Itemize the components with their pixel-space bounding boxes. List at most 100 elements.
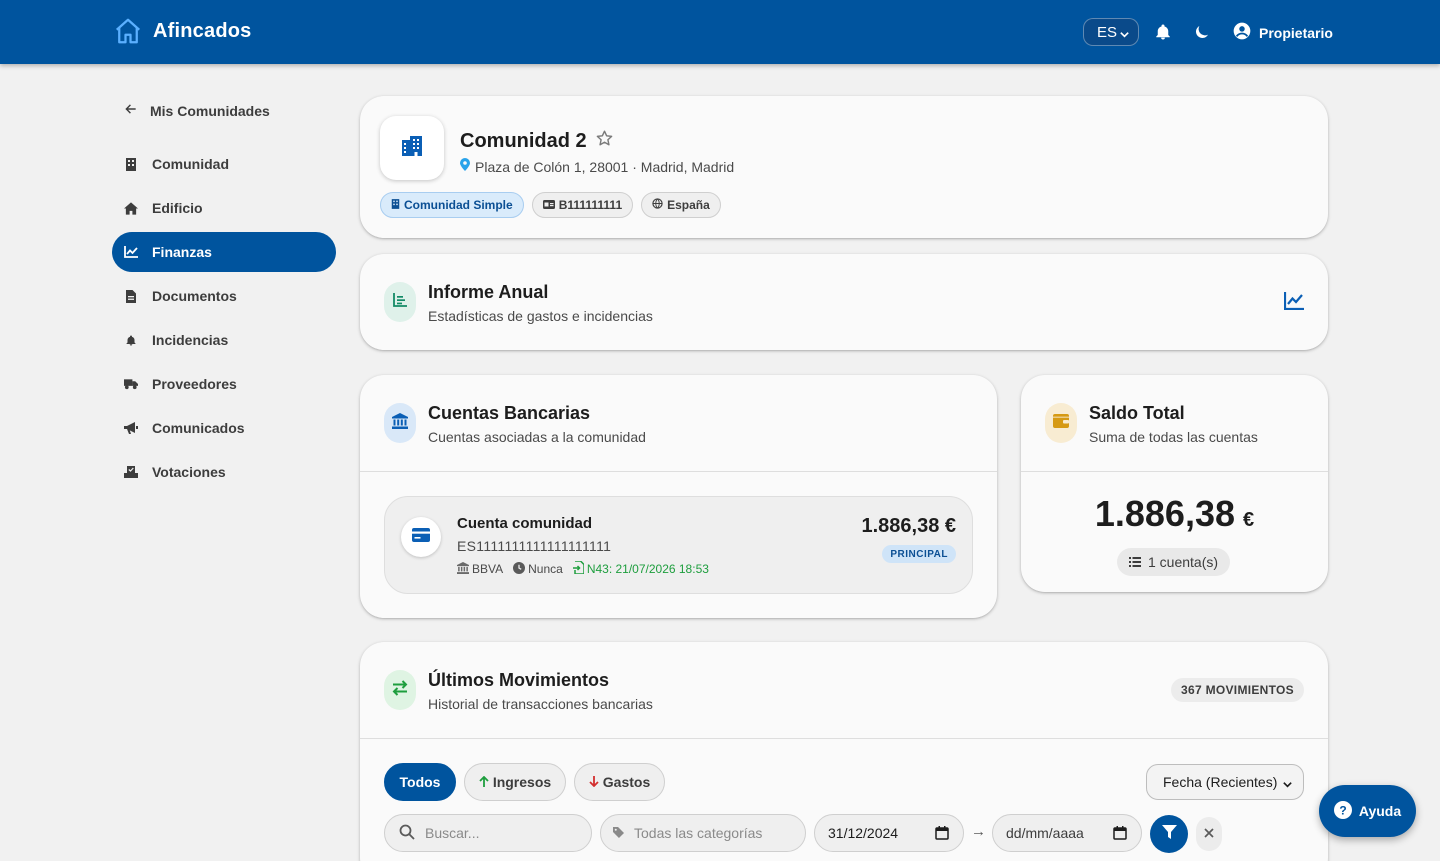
dark-mode-moon-icon[interactable] (1192, 22, 1212, 42)
calendar-icon[interactable] (1113, 826, 1127, 843)
bank-name: BBVA (472, 562, 504, 576)
app-name: Afincados (153, 19, 252, 42)
community-avatar (380, 116, 444, 180)
apartment-building-icon (400, 134, 424, 163)
swap-icon-container (384, 670, 416, 710)
total-balance-amount: 1.886,38 (1094, 493, 1235, 534)
account-item[interactable]: Cuenta comunidad ES1111111111111111111 B… (384, 496, 973, 594)
sort-select[interactable]: Fecha (Recientes) (1146, 764, 1304, 800)
community-type-chip: Comunidad Simple (380, 192, 524, 218)
account-bank: BBVA (457, 561, 504, 577)
date-to-placeholder: dd/mm/aaaa (1006, 825, 1084, 841)
building-icon (391, 198, 400, 212)
help-button[interactable]: ? Ayuda (1319, 785, 1416, 837)
sidebar-item-comunicados[interactable]: Comunicados (112, 408, 336, 448)
back-link-label: Mis Comunidades (150, 102, 270, 119)
arrow-up-icon (479, 774, 489, 790)
total-balance-card: Saldo Total Suma de todas las cuentas 1.… (1021, 375, 1328, 592)
notifications-bell-icon[interactable] (1153, 22, 1173, 42)
annual-report-title: Informe Anual (428, 282, 549, 302)
globe-icon (652, 198, 663, 212)
account-n43-import: N43: 21/07/2026 18:53 (572, 560, 709, 577)
bank-accounts-card: Cuentas Bancarias Cuentas asociadas a la… (360, 375, 997, 618)
arrow-left-icon (124, 102, 138, 119)
sidebar-item-documentos[interactable]: Documentos (112, 276, 336, 316)
movements-count-badge: 367 MOVIMIENTOS (1171, 678, 1304, 702)
movements-title: Últimos Movimientos (428, 670, 610, 690)
tag-icon (613, 825, 624, 841)
filter-all-button[interactable]: Todos (384, 763, 456, 801)
sidebar-item-label: Comunicados (152, 420, 245, 436)
sidebar-item-incidencias[interactable]: Incidencias (112, 320, 336, 360)
file-import-icon (572, 560, 585, 577)
date-range-arrow: → (971, 823, 986, 840)
date-to-input[interactable]: dd/mm/aaaa (992, 814, 1142, 852)
cif-label: B111111111 (558, 198, 623, 212)
bank-icon (392, 412, 408, 434)
filter-expenses-label: Gastos (602, 774, 651, 790)
report-icon-container (384, 282, 416, 322)
apply-filter-button[interactable] (1150, 815, 1188, 853)
wallet-icon (1053, 413, 1069, 433)
back-to-communities-link[interactable]: Mis Comunidades (124, 102, 270, 119)
divider (360, 738, 1328, 739)
annual-report-card[interactable]: Informe Anual Estadísticas de gastos e i… (360, 254, 1328, 350)
close-icon (1204, 825, 1214, 843)
favorite-star-icon[interactable] (595, 129, 614, 153)
language-value: ES (1097, 23, 1118, 41)
filter-all-label: Todos (399, 774, 441, 790)
chevron-down-icon (1282, 777, 1293, 793)
sidebar-item-label: Incidencias (152, 332, 229, 348)
home-logo-icon (113, 16, 143, 46)
trending-chart-icon[interactable] (1283, 292, 1304, 315)
n43-date: N43: 21/07/2026 18:53 (586, 562, 709, 576)
clear-filters-button[interactable] (1196, 817, 1222, 851)
list-icon (1129, 554, 1141, 570)
bank-accounts-title: Cuentas Bancarias (428, 403, 591, 423)
help-label: Ayuda (1358, 803, 1402, 819)
account-count-label: 1 cuenta(s) (1148, 554, 1219, 570)
search-input[interactable]: Buscar... (384, 814, 592, 852)
credit-card-icon (412, 527, 430, 547)
language-select[interactable]: ES (1083, 18, 1139, 46)
truck-icon (124, 377, 138, 391)
svg-text:?: ? (1339, 803, 1346, 817)
ballot-icon (124, 465, 138, 479)
account-count-chip: 1 cuenta(s) (1117, 548, 1231, 576)
account-name: Cuenta comunidad (457, 515, 593, 532)
date-from-input[interactable]: 31/12/2024 (814, 814, 964, 852)
account-iban: ES1111111111111111111 (457, 538, 612, 554)
sidebar-item-label: Edificio (152, 200, 203, 216)
bell-icon (124, 333, 138, 347)
bank-accounts-subtitle: Cuentas asociadas a la comunidad (428, 429, 646, 445)
calendar-icon[interactable] (935, 826, 949, 843)
community-type-label: Comunidad Simple (404, 198, 513, 212)
account-sync: Nunca (513, 561, 563, 577)
category-select[interactable]: Todas las categorías (600, 814, 806, 852)
sidebar-item-comunidad[interactable]: Comunidad (112, 144, 336, 184)
sidebar-item-votaciones[interactable]: Votaciones (112, 452, 336, 492)
sidebar-item-proveedores[interactable]: Proveedores (112, 364, 336, 404)
sidebar-item-label: Comunidad (152, 156, 229, 172)
account-circle-icon (1232, 21, 1252, 44)
chevron-down-icon (1119, 27, 1130, 44)
country-chip: España (641, 192, 721, 218)
sidebar-item-finanzas[interactable]: Finanzas (112, 232, 336, 272)
brand[interactable]: Afincados (113, 16, 251, 46)
total-balance-title: Saldo Total (1089, 403, 1185, 423)
country-label: España (667, 198, 710, 212)
help-circle-icon: ? (1333, 800, 1352, 822)
total-balance-currency: € (1243, 509, 1255, 531)
sidebar-item-edificio[interactable]: Edificio (112, 188, 336, 228)
search-icon (399, 824, 415, 843)
sidebar-item-label: Proveedores (152, 376, 237, 392)
bank-icon-container (384, 403, 416, 443)
sync-status: Nunca (528, 562, 563, 576)
filter-income-button[interactable]: Ingresos (464, 763, 566, 801)
user-menu[interactable]: Propietario (1232, 21, 1333, 44)
filter-expenses-button[interactable]: Gastos (574, 763, 665, 801)
building-icon (124, 157, 138, 171)
divider (360, 471, 997, 472)
sort-selected-value: Fecha (Recientes) (1163, 774, 1278, 790)
community-name: Comunidad 2 (460, 129, 587, 152)
